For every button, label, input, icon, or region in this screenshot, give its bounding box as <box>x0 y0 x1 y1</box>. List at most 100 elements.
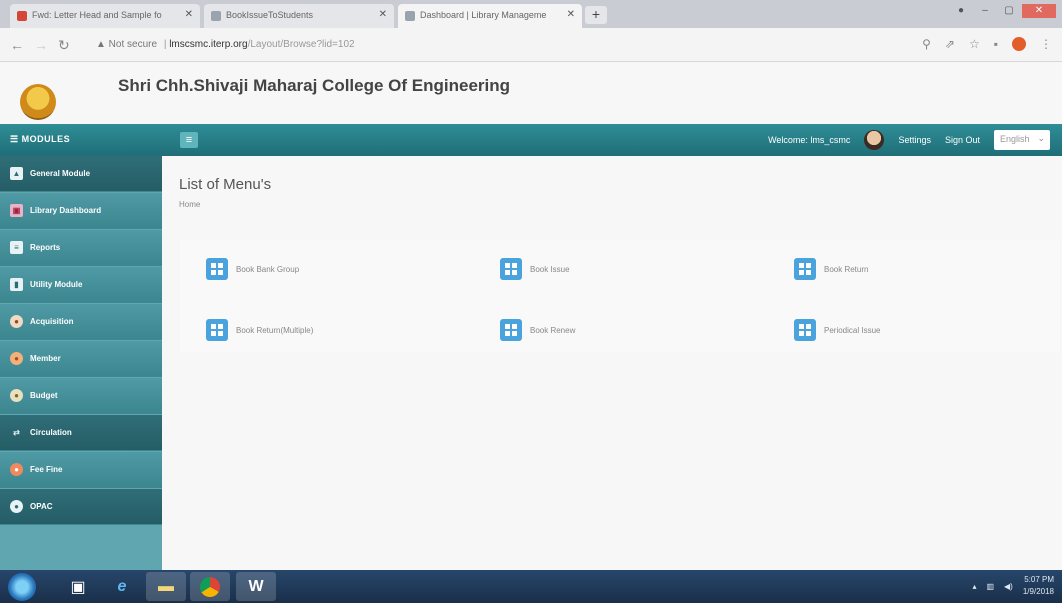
sidebar-item-label: Acquisition <box>30 317 74 326</box>
minimize-icon[interactable]: – <box>974 4 996 18</box>
browser-tab-gmail[interactable]: Fwd: Letter Head and Sample fo ✕ <box>10 4 200 28</box>
sidebar-item-label: OPAC <box>30 502 53 511</box>
menu-kebab-icon[interactable]: ⋮ <box>1040 37 1052 51</box>
language-value: English <box>1000 134 1030 144</box>
settings-link[interactable]: Settings <box>898 135 931 145</box>
language-select[interactable]: English ⌄ <box>994 130 1050 150</box>
file-explorer-icon[interactable]: ▬ <box>146 572 186 601</box>
college-logo <box>20 84 56 120</box>
sidebar-item-label: Library Dashboard <box>30 206 102 215</box>
sidebar-item-budget[interactable]: ● Budget <box>0 378 162 414</box>
share-icon[interactable]: ⇗ <box>945 37 955 51</box>
tab-label: Dashboard | Library Manageme <box>420 10 547 20</box>
window-controls: ● – ▢ ✕ <box>950 4 1056 18</box>
menu-label: Book Return(Multiple) <box>236 325 314 335</box>
fee-fine-icon: ● <box>10 463 23 476</box>
start-button[interactable] <box>8 573 36 601</box>
member-icon: ● <box>10 352 23 365</box>
dashboard-icon: ▣ <box>10 204 23 217</box>
modules-label: ☰ MODULES <box>10 134 71 144</box>
user-profile-icon[interactable]: ● <box>950 4 972 18</box>
sidebar-item-library-dashboard[interactable]: ▣ Library Dashboard <box>0 193 162 229</box>
sidebar-item-circulation[interactable]: ⇄ Circulation <box>0 415 162 451</box>
menu-label: Book Return <box>824 264 869 274</box>
sidebar-item-label: Circulation <box>30 428 72 437</box>
url-path: /Layout/Browse?lid=102 <box>247 39 355 50</box>
tray-arrow-icon[interactable]: ▴ <box>972 582 976 591</box>
forward-icon[interactable]: → <box>34 37 48 53</box>
zoom-icon[interactable]: ⚲ <box>922 37 931 51</box>
menu-book-return[interactable]: Book Return <box>794 258 868 280</box>
sidebar-item-reports[interactable]: ≡ Reports <box>0 230 162 266</box>
user-avatar[interactable] <box>864 130 885 150</box>
circulation-icon: ⇄ <box>13 428 20 437</box>
show-desktop-icon[interactable]: ▣ <box>58 572 98 601</box>
close-icon[interactable]: ✕ <box>567 9 575 20</box>
url-input[interactable]: ▲ Not secure | lmscsmc.iterp.org/Layout/… <box>96 35 916 55</box>
windows-tile-icon <box>206 319 228 341</box>
chrome-logo <box>200 576 220 597</box>
word-icon[interactable]: W <box>236 572 276 601</box>
sidebar-item-general-module[interactable]: ▲ General Module <box>0 156 162 192</box>
chrome-icon[interactable] <box>190 572 230 601</box>
opac-icon: ● <box>10 500 23 513</box>
menu-periodical-issue[interactable]: Periodical Issue <box>794 319 880 341</box>
sidebar-toggle-icon[interactable]: ≡ <box>180 132 198 148</box>
browser-tab-dashboard[interactable]: Dashboard | Library Manageme ✕ <box>398 4 582 28</box>
windows-tile-icon <box>794 258 816 280</box>
college-name: Shri Chh.Shivaji Maharaj College Of Engi… <box>118 76 511 95</box>
signout-link[interactable]: Sign Out <box>945 135 980 145</box>
internet-explorer-icon[interactable]: e <box>102 572 142 601</box>
main-content: List of Menu's Home Book Bank Group Book… <box>162 156 1062 570</box>
sidebar-item-label: Budget <box>30 391 58 400</box>
sidebar-item-utility-module[interactable]: ▮ Utility Module <box>0 267 162 303</box>
sidebar-item-opac[interactable]: ● OPAC <box>0 489 162 525</box>
menu-label: Book Renew <box>530 325 576 335</box>
sidebar-item-label: Member <box>30 354 61 363</box>
sidebar-item-acquisition[interactable]: ● Acquisition <box>0 304 162 340</box>
network-icon[interactable]: ▥ <box>986 582 994 591</box>
menu-book-renew[interactable]: Book Renew <box>500 319 575 341</box>
maximize-icon[interactable]: ▢ <box>998 4 1020 18</box>
acquisition-icon: ● <box>10 315 23 328</box>
bookmark-star-icon[interactable]: ☆ <box>969 37 980 51</box>
windows-tile-icon <box>500 319 522 341</box>
menu-label: Book Bank Group <box>236 264 300 274</box>
extension-avatar-icon[interactable] <box>1012 37 1026 51</box>
tab-label: BookIssueToStudents <box>226 10 314 20</box>
window-close-icon[interactable]: ✕ <box>1022 4 1056 18</box>
volume-icon[interactable]: ◀) <box>1004 582 1013 591</box>
menu-book-return-multiple[interactable]: Book Return(Multiple) <box>206 319 313 341</box>
sidebar-item-fee-fine[interactable]: ● Fee Fine <box>0 452 162 488</box>
sidebar-item-label: Utility Module <box>30 280 83 289</box>
back-icon[interactable]: ← <box>10 37 24 53</box>
sidebar: ▲ General Module ▣ Library Dashboard ≡ R… <box>0 156 162 570</box>
sidebar-item-member[interactable]: ● Member <box>0 341 162 377</box>
url-separator: | <box>163 39 167 50</box>
security-warning[interactable]: ▲ Not secure <box>96 39 157 50</box>
windows-tile-icon <box>794 319 816 341</box>
browser-actions: ⚲ ⇗ ☆ ▪ ⋮ <box>922 37 1052 51</box>
sidebar-item-label: Fee Fine <box>30 465 63 474</box>
sidebar-item-label: Reports <box>30 243 61 252</box>
browser-tab-bookissue[interactable]: BookIssueToStudents ✕ <box>204 4 394 28</box>
extension-icon[interactable]: ▪ <box>994 37 998 51</box>
close-icon[interactable]: ✕ <box>379 9 387 20</box>
menu-panel: Book Bank Group Book Issue Book Return B… <box>180 240 1060 352</box>
new-tab-button[interactable]: + <box>585 6 607 24</box>
reload-icon[interactable]: ↻ <box>58 37 70 54</box>
tab-label: Fwd: Letter Head and Sample fo <box>32 10 162 20</box>
page-icon <box>405 11 415 21</box>
close-icon[interactable]: ✕ <box>185 9 193 20</box>
user-menu: Welcome: lms_csmc Settings Sign Out Engl… <box>768 130 1050 150</box>
menu-book-issue[interactable]: Book Issue <box>500 258 570 280</box>
reports-icon: ≡ <box>10 241 23 254</box>
menu-book-bank-group[interactable]: Book Bank Group <box>206 258 299 280</box>
breadcrumb-home[interactable]: Home <box>179 200 200 209</box>
utility-icon: ▮ <box>10 278 23 291</box>
clock[interactable]: 5:07 PM 1/9/2018 <box>1023 574 1054 598</box>
gmail-icon <box>17 11 27 21</box>
page-icon <box>211 11 221 21</box>
system-tray: ▴ ▥ ◀) 5:07 PM 1/9/2018 <box>972 574 1054 598</box>
menu-label: Periodical Issue <box>824 325 881 335</box>
